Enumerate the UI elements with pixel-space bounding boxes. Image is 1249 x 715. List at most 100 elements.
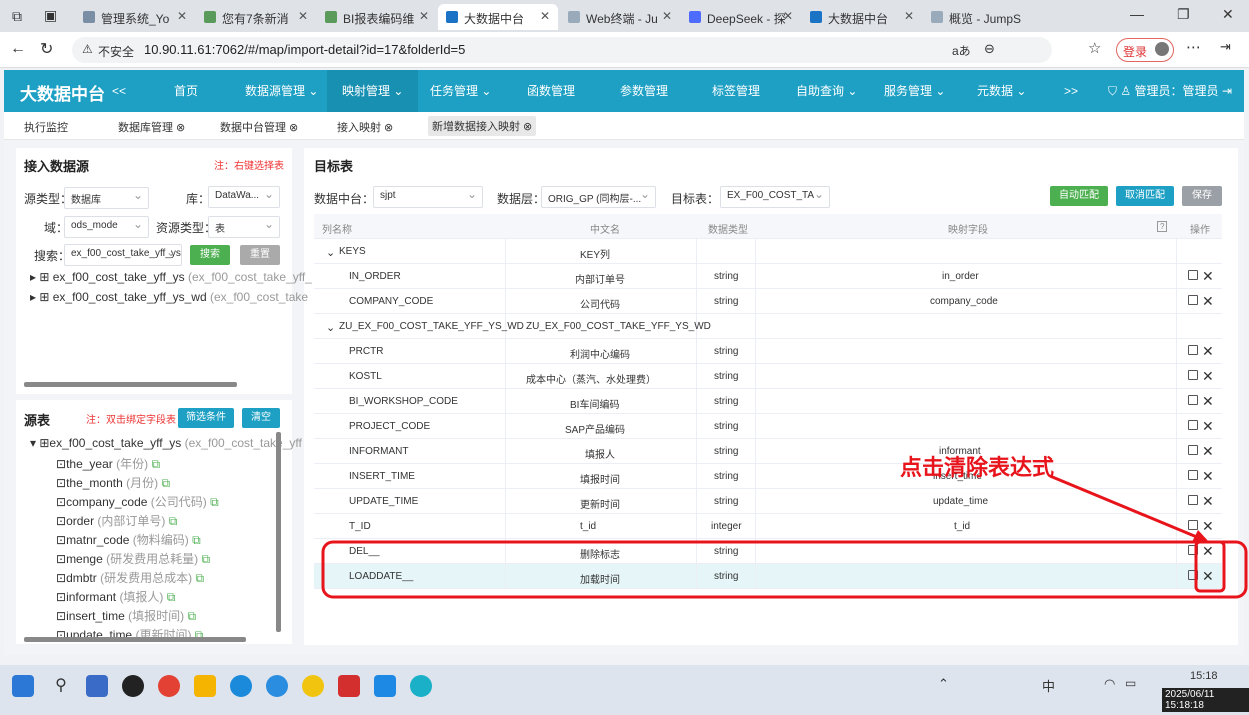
ime-indicator[interactable]: 中 — [1042, 676, 1055, 695]
search-icon[interactable]: ⚲ — [50, 675, 72, 697]
table-row[interactable]: KOSTL 成本中心（蒸汽、水处理费） string ✕ — [314, 364, 1222, 389]
close-tab-icon[interactable]: ✕ — [662, 9, 672, 23]
nav-item-params[interactable]: 参数管理 — [620, 70, 668, 112]
favorites-icon[interactable]: ☆ — [1088, 39, 1101, 57]
table-row[interactable]: INFORMANT 填报人 string informant ✕ — [314, 439, 1222, 464]
close-tab-icon[interactable]: ✕ — [783, 9, 793, 23]
user-menu[interactable]: ⛉ ♙ 管理员：管理员 — [1108, 70, 1218, 112]
table-row[interactable]: UPDATE_TIME 更新时间 string update_time ✕ — [314, 489, 1222, 514]
chatgpt-icon[interactable] — [122, 675, 144, 697]
copy-icon[interactable]: ⧉ — [192, 533, 201, 547]
clear-expression-icon[interactable]: ✕ — [1202, 343, 1214, 360]
clear-button[interactable]: 清空 — [242, 408, 280, 428]
close-tab-icon[interactable]: ✕ — [177, 9, 187, 23]
browser-tab-active[interactable]: 大数据中台 ✕ — [438, 4, 558, 30]
more-icon[interactable]: ⋯ — [1186, 38, 1201, 56]
table-row[interactable]: DEL__ 删除标志 string ✕ — [314, 539, 1222, 564]
nav-item-tasks[interactable]: 任务管理 ⌄ — [430, 70, 491, 112]
table-row[interactable]: BI_WORKSHOP_CODE BI车间编码 string ✕ — [314, 389, 1222, 414]
save-button[interactable]: 保存 — [1182, 186, 1222, 206]
subtab-db[interactable]: 数据库管理 ⊗ — [118, 119, 185, 135]
clear-expression-icon[interactable]: ✕ — [1202, 468, 1214, 485]
url-text[interactable]: 10.90.11.61:7062/#/map/import-detail?id=… — [144, 42, 465, 57]
table-row[interactable]: LOADDATE__ 加载时间 string ✕ — [314, 564, 1222, 589]
vertical-scrollbar[interactable] — [276, 432, 281, 632]
source-type-select[interactable]: 数据库 — [64, 187, 149, 209]
back-icon[interactable]: ← — [10, 40, 26, 58]
table-row[interactable]: COMPANY_CODE 公司代码 string company_code ✕ — [314, 289, 1222, 314]
auto-match-button[interactable]: 自动匹配 — [1050, 186, 1108, 206]
library-select[interactable]: DataWa... — [208, 186, 280, 208]
close-tab-icon[interactable]: ✕ — [298, 9, 308, 23]
help-icon[interactable]: ? — [1157, 221, 1168, 232]
save-expression-icon[interactable] — [1188, 495, 1198, 505]
minimize-icon[interactable]: — — [1130, 6, 1144, 22]
domain-select[interactable]: ods_mode — [64, 216, 149, 238]
row-mapping[interactable]: company_code — [930, 296, 998, 307]
nav-item-tags[interactable]: 标签管理 — [712, 70, 760, 112]
clear-expression-icon[interactable]: ✕ — [1202, 268, 1214, 285]
source-field-item[interactable]: ⊡order (内部订单号) ⧉ — [56, 512, 177, 529]
table-row[interactable]: IN_ORDER 内部订单号 string in_order ✕ — [314, 264, 1222, 289]
start-icon[interactable] — [12, 675, 34, 697]
clear-expression-icon[interactable]: ✕ — [1202, 443, 1214, 460]
group-row[interactable]: ⌄ KEYS KEY列 — [314, 239, 1222, 264]
clear-expression-icon[interactable]: ✕ — [1202, 543, 1214, 560]
workspaces-icon[interactable]: ⧉ — [12, 8, 22, 25]
copy-icon[interactable]: ⧉ — [210, 495, 219, 509]
clock-time[interactable]: 15:18 — [1190, 670, 1218, 682]
save-expression-icon[interactable] — [1188, 395, 1198, 405]
subtab-new-mapping[interactable]: 新增数据接入映射 ⊗ — [428, 116, 537, 136]
wifi-icon[interactable]: ◠ — [1104, 676, 1115, 692]
copy-icon[interactable]: ⧉ — [161, 476, 170, 490]
copy-icon[interactable]: ⧉ — [195, 571, 204, 585]
browser-tab[interactable]: BI报表编码维 ✕ — [317, 4, 437, 30]
target-table-select[interactable]: EX_F00_COST_TA — [720, 186, 830, 208]
clear-expression-icon[interactable]: ✕ — [1202, 368, 1214, 385]
browser-tab[interactable]: 您有7条新消 ✕ — [196, 4, 316, 30]
wps-icon[interactable] — [338, 675, 360, 697]
search-button[interactable]: 搜索 — [190, 245, 230, 265]
save-expression-icon[interactable] — [1188, 545, 1198, 555]
folder-icon[interactable] — [194, 675, 216, 697]
subtab-monitor[interactable]: 执行监控 — [24, 119, 68, 135]
clear-expression-icon[interactable]: ✕ — [1202, 518, 1214, 535]
save-expression-icon[interactable] — [1188, 520, 1198, 530]
app-icon[interactable] — [302, 675, 324, 697]
app-icon[interactable] — [266, 675, 288, 697]
url-box[interactable]: ⚠ 不安全 10.90.11.61:7062/#/map/import-deta… — [72, 37, 1052, 63]
nav-expand-button[interactable]: >> — [1064, 70, 1078, 112]
chrome-icon[interactable] — [158, 675, 180, 697]
table-row[interactable]: T_ID t_id integer t_id ✕ — [314, 514, 1222, 539]
row-mapping[interactable]: in_order — [942, 271, 979, 282]
cancel-match-button[interactable]: 取消匹配 — [1116, 186, 1174, 206]
expand-icon[interactable]: ⌄ — [326, 321, 335, 334]
table-row[interactable]: PROJECT_CODE SAP产品编码 string ✕ — [314, 414, 1222, 439]
source-field-item[interactable]: ⊡dmbtr (研发费用总成本) ⧉ — [56, 569, 204, 586]
platform-select[interactable]: sjpt — [373, 186, 483, 208]
save-expression-icon[interactable] — [1188, 445, 1198, 455]
filter-button[interactable]: 筛选条件 — [178, 408, 234, 428]
horizontal-scrollbar[interactable] — [24, 637, 246, 642]
save-expression-icon[interactable] — [1188, 295, 1198, 305]
app-icon[interactable] — [86, 675, 108, 697]
read-aloud-icon[interactable]: aあ — [952, 42, 971, 59]
login-button[interactable]: 登录 — [1116, 38, 1174, 62]
resource-type-select[interactable]: 表 — [208, 216, 280, 238]
nav-collapse-button[interactable]: << — [112, 70, 126, 112]
source-field-item[interactable]: ⊡matnr_code (物料编码) ⧉ — [56, 531, 201, 548]
nav-item-query[interactable]: 自助查询 ⌄ — [796, 70, 857, 112]
table-row[interactable]: INSERT_TIME 填报时间 string insert_time ✕ — [314, 464, 1222, 489]
row-mapping[interactable]: update_time — [933, 496, 988, 507]
source-field-item[interactable]: ⊡company_code (公司代码) ⧉ — [56, 493, 219, 510]
browser-tab[interactable]: 大数据中台 ✕ — [802, 4, 922, 30]
app-icon[interactable] — [410, 675, 432, 697]
source-field-item[interactable]: ⊡the_month (月份) ⧉ — [56, 474, 170, 491]
copy-icon[interactable]: ⧉ — [169, 514, 178, 528]
battery-icon[interactable]: ▭ — [1125, 676, 1136, 690]
copy-icon[interactable]: ⧉ — [167, 590, 176, 604]
tab-actions-icon[interactable]: ▣ — [44, 7, 57, 24]
copy-icon[interactable]: ⧉ — [187, 609, 196, 623]
save-expression-icon[interactable] — [1188, 470, 1198, 480]
expand-icon[interactable]: ⌄ — [326, 246, 335, 259]
